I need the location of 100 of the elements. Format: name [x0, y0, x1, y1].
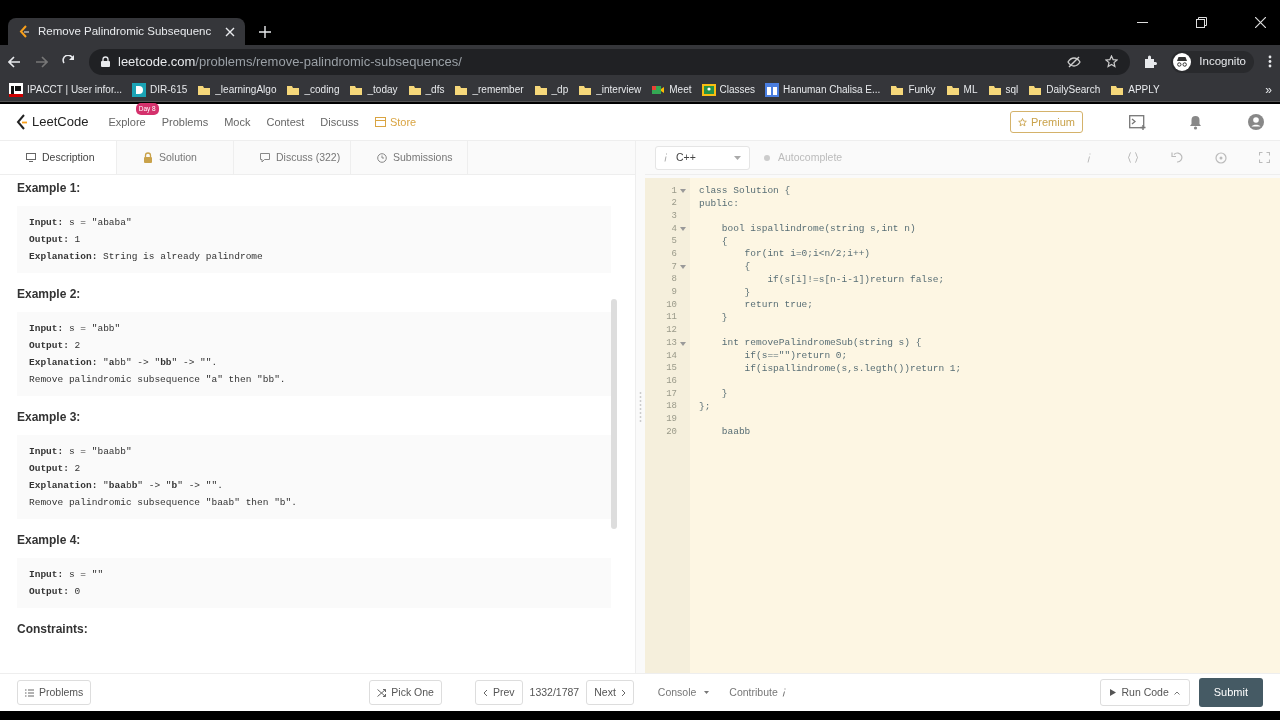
puzzle-icon[interactable] — [1144, 55, 1158, 68]
prev-button[interactable]: Prev — [474, 679, 523, 706]
bookmark[interactable]: IPACCT | User infor... — [4, 82, 128, 97]
reset-icon[interactable] — [1171, 152, 1183, 163]
close-icon[interactable] — [1255, 17, 1266, 28]
restore-icon[interactable] — [1196, 17, 1207, 28]
profile-button[interactable]: Incognito — [1171, 50, 1254, 73]
folder-icon — [890, 83, 905, 96]
example-line: Output: 1 — [29, 233, 82, 247]
example-line: Input: s = "abb" — [29, 322, 122, 336]
forward-arrow-icon[interactable] — [35, 55, 48, 68]
terminal-plus-icon[interactable] — [1129, 114, 1147, 130]
pane-tab[interactable]: Submissions — [351, 141, 468, 174]
code-line: { — [720, 235, 728, 247]
contribute-link[interactable]: Contribute — [729, 684, 786, 701]
back-arrow-icon[interactable] — [8, 55, 21, 68]
pane-tab[interactable]: Description — [0, 141, 117, 174]
bookmark[interactable]: ML — [940, 82, 983, 97]
comment-icon — [260, 152, 270, 163]
code-line: if(ispallindrome(s,s.legth())return 1; — [743, 362, 962, 374]
line-number: 6 — [671, 248, 677, 262]
example-heading: Example 3: — [17, 410, 82, 425]
bookmark[interactable]: DIR-615 — [127, 82, 193, 97]
bookmark[interactable]: _dp — [528, 82, 574, 97]
eye-slash-icon[interactable] — [1067, 55, 1082, 68]
language-dropdown[interactable]: C++ — [655, 145, 750, 170]
more-bookmarks-button[interactable]: » — [1265, 80, 1276, 99]
drag-handle-icon[interactable] — [639, 392, 642, 422]
code-line: bool ispallindrome(string s,int n) — [720, 223, 916, 235]
classroom-icon — [701, 83, 716, 96]
nav-link[interactable]: Problems — [161, 115, 209, 128]
fold-arrow-icon[interactable] — [680, 226, 686, 233]
bookmark[interactable]: sql — [982, 82, 1024, 97]
bookmark[interactable]: APPLY — [1105, 82, 1165, 97]
bookmark[interactable]: _interview — [573, 82, 647, 97]
example-line: Remove palindromic subsequence "baab" then "b". — [29, 496, 298, 510]
line-number: 3 — [671, 209, 677, 223]
folder-icon — [454, 83, 469, 96]
fold-arrow-icon[interactable] — [680, 264, 686, 271]
example-line: Input: s = "baabb" — [29, 445, 133, 459]
nav-link[interactable]: Explore — [108, 115, 146, 128]
console-toggle[interactable]: Console — [657, 684, 710, 701]
site-icon — [9, 82, 23, 97]
pick-one-button[interactable]: Pick One — [369, 679, 442, 706]
scrollbar[interactable] — [611, 299, 617, 529]
bookmark[interactable]: _learningAlgo — [192, 82, 282, 97]
pane-tab[interactable]: Discuss (322) — [234, 141, 351, 174]
bookmark[interactable]: _dfs — [402, 82, 450, 97]
play-icon — [1110, 689, 1117, 696]
more-icon[interactable] — [1268, 55, 1272, 68]
settings-icon[interactable] — [1215, 151, 1227, 164]
leetcode-logo-icon — [16, 114, 28, 130]
bookmark[interactable]: _today — [344, 82, 403, 97]
user-avatar-icon[interactable] — [1248, 114, 1264, 130]
line-number: 14 — [666, 349, 677, 363]
folder-icon — [286, 83, 301, 96]
next-button[interactable]: Next — [586, 679, 634, 706]
folder-icon — [945, 83, 960, 96]
bookmark[interactable]: _coding — [281, 82, 345, 97]
code-line: if(s[i]!=s[n-i-1])return false; — [766, 273, 945, 285]
bookmark[interactable]: Funky — [885, 82, 941, 97]
section-heading: Constraints: — [17, 622, 89, 637]
code-line: for(int i=0;i<n/2;i++) — [743, 248, 871, 260]
line-number: 13 — [666, 336, 677, 350]
example-line: Output: 2 — [29, 462, 82, 476]
nav-link[interactable]: Contest — [266, 115, 305, 128]
example-line: Explanation: "baabb" -> "b" -> "". — [29, 479, 224, 493]
chevron-left-icon — [482, 688, 488, 697]
fold-arrow-icon[interactable] — [680, 188, 686, 195]
submit-button[interactable]: Submit — [1198, 678, 1263, 707]
line-number: 11 — [666, 311, 677, 325]
nav-link[interactable]: Mock — [224, 115, 251, 128]
code-line: } — [720, 388, 728, 399]
bell-icon[interactable] — [1189, 114, 1202, 130]
info-icon — [781, 688, 786, 697]
folder-icon — [1028, 83, 1043, 96]
bookmark[interactable]: _remember — [449, 82, 529, 97]
bookmark[interactable]: Hanuman Chalisa E... — [760, 82, 886, 97]
address-bar[interactable]: leetcode.com/problems/remove-palindromic-subsequences/ — [89, 48, 1131, 75]
new-tab-icon[interactable] — [259, 25, 271, 38]
line-number: 1 — [671, 184, 677, 198]
line-number: 17 — [666, 387, 677, 401]
bookmark[interactable]: Meet — [646, 82, 697, 97]
bookmark[interactable]: Classes — [696, 82, 761, 97]
star-icon[interactable] — [1105, 55, 1119, 68]
nav-link[interactable]: Discuss — [320, 115, 359, 128]
example-line: Output: 0 — [29, 585, 82, 599]
fold-arrow-icon[interactable] — [680, 340, 686, 347]
pane-tab[interactable]: Solution — [117, 141, 234, 174]
caret-up-icon — [1173, 690, 1180, 695]
problems-button[interactable]: Problems — [17, 679, 92, 706]
fullscreen-icon[interactable] — [1259, 152, 1270, 163]
example-line: Output: 2 — [29, 339, 82, 353]
browser-tab[interactable]: Remove Palindromic Subsequenc — [8, 18, 245, 45]
bookmark[interactable]: DailySearch — [1023, 82, 1106, 97]
close-icon[interactable] — [225, 26, 235, 37]
folder-icon — [533, 83, 548, 96]
run-code-button[interactable]: Run Code — [1100, 678, 1190, 707]
caret-icon — [704, 691, 710, 694]
leetcode-logo-icon — [18, 24, 30, 39]
